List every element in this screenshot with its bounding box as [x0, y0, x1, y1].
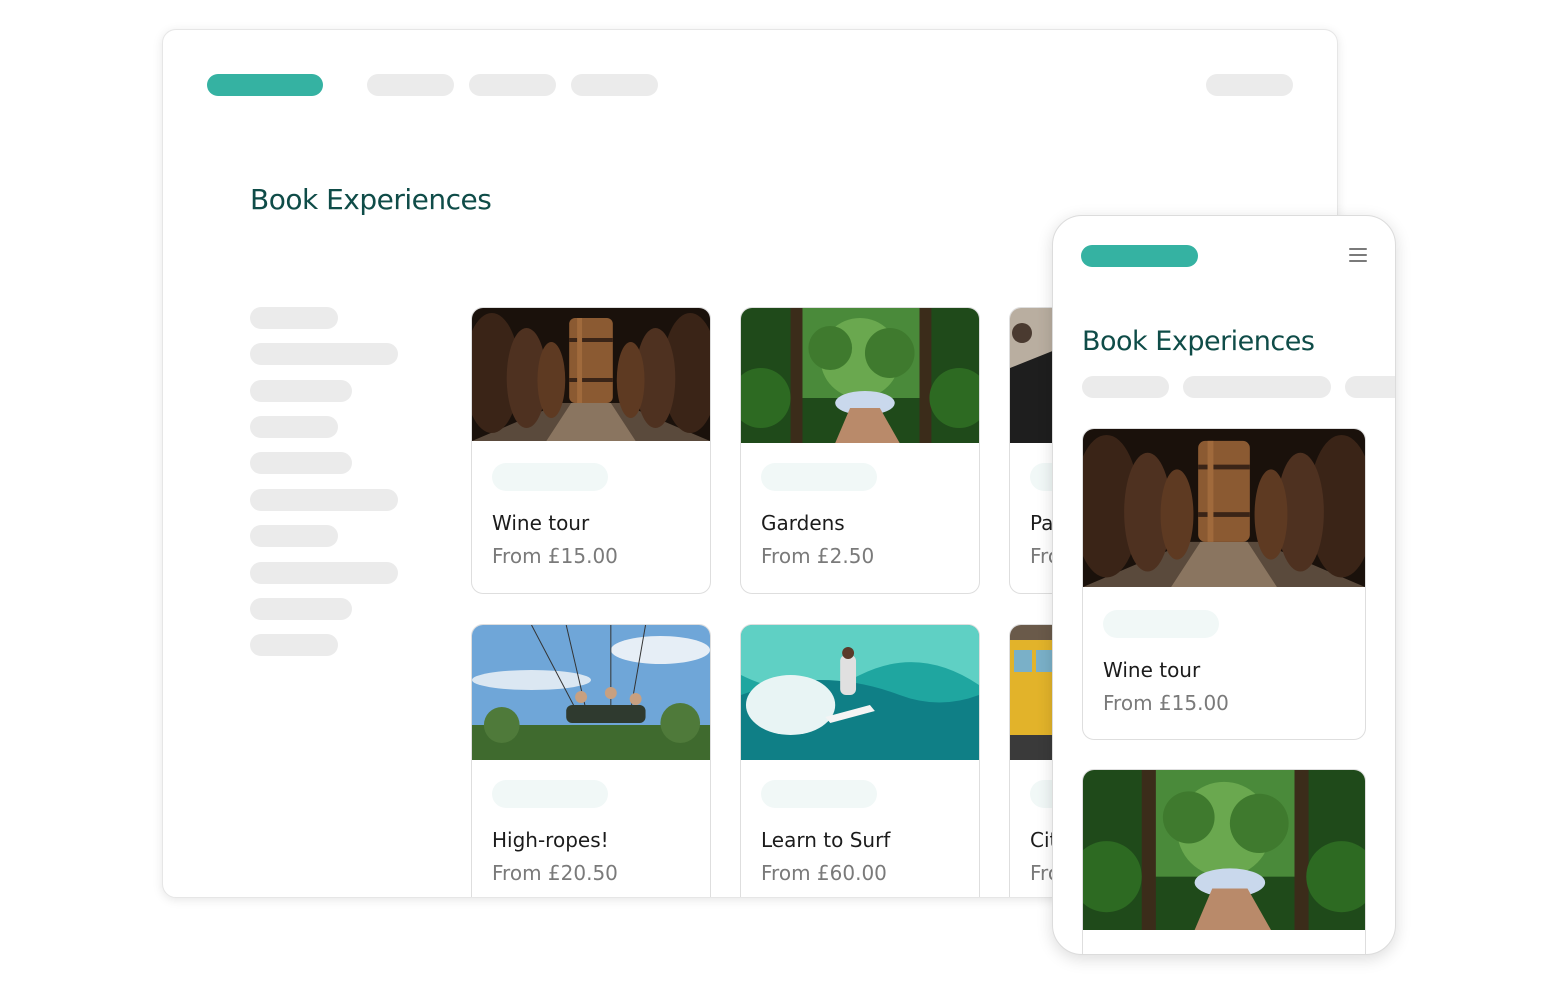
garden-path-image: [741, 308, 979, 443]
tag-placeholder: [492, 463, 608, 491]
card-title: Gardens: [761, 511, 845, 535]
card-title: Wine tour: [492, 511, 590, 535]
experience-card-gardens[interactable]: Gardens From £2.50: [740, 307, 980, 594]
experience-card-high-ropes[interactable]: High-ropes! From £20.50: [471, 624, 711, 897]
filter-placeholder[interactable]: [250, 380, 352, 402]
experience-card-learn-to-surf[interactable]: Learn to Surf From £60.00: [740, 624, 980, 897]
filter-placeholder[interactable]: [250, 343, 398, 365]
tag-placeholder: [1103, 610, 1219, 638]
card-price: From £2.50: [761, 544, 875, 568]
experience-card-wine-tour[interactable]: Wine tour From £15.00: [471, 307, 711, 594]
card-title: Wine tour: [1103, 658, 1201, 682]
mobile-filter-placeholder[interactable]: [1345, 376, 1395, 398]
mobile-experience-card-wine-tour[interactable]: Wine tour From £15.00: [1082, 428, 1366, 740]
surf-wave-image: [741, 625, 979, 760]
page-title: Book Experiences: [250, 183, 492, 216]
nav-item-placeholder-1[interactable]: [367, 74, 454, 96]
card-price: From £60.00: [761, 861, 887, 885]
card-title: Learn to Surf: [761, 828, 891, 852]
mobile-filter-placeholder[interactable]: [1183, 376, 1331, 398]
nav-item-placeholder-3[interactable]: [571, 74, 658, 96]
filter-placeholder[interactable]: [250, 489, 398, 511]
filter-placeholder[interactable]: [250, 525, 338, 547]
mobile-device-frame: Book Experiences Wine tour From £15.00: [1052, 215, 1396, 955]
card-price: From £20.50: [492, 861, 618, 885]
logo-placeholder[interactable]: [207, 74, 323, 96]
filter-placeholder[interactable]: [250, 598, 352, 620]
card-title: High-ropes!: [492, 828, 609, 852]
card-price: From £15.00: [492, 544, 618, 568]
filter-placeholder[interactable]: [250, 452, 352, 474]
mobile-logo-placeholder[interactable]: [1081, 245, 1198, 267]
tag-placeholder: [761, 463, 877, 491]
filter-placeholder[interactable]: [250, 307, 338, 329]
card-price: From £15.00: [1103, 691, 1229, 715]
mobile-page-title: Book Experiences: [1082, 326, 1315, 357]
filter-placeholder[interactable]: [250, 562, 398, 584]
mobile-experience-card-gardens[interactable]: [1082, 769, 1366, 954]
hamburger-menu-icon[interactable]: [1349, 248, 1367, 264]
high-ropes-swing-image: [472, 625, 710, 760]
card-title: Pa: [1030, 511, 1054, 535]
wine-cellar-image: [472, 308, 710, 441]
filter-placeholder[interactable]: [250, 416, 338, 438]
wine-cellar-image: [1083, 429, 1365, 587]
garden-path-image: [1083, 770, 1365, 930]
tag-placeholder: [492, 780, 608, 808]
filter-placeholder[interactable]: [250, 634, 338, 656]
nav-action-placeholder[interactable]: [1206, 74, 1293, 96]
tag-placeholder: [761, 780, 877, 808]
mobile-filter-placeholder[interactable]: [1082, 376, 1169, 398]
nav-item-placeholder-2[interactable]: [469, 74, 556, 96]
